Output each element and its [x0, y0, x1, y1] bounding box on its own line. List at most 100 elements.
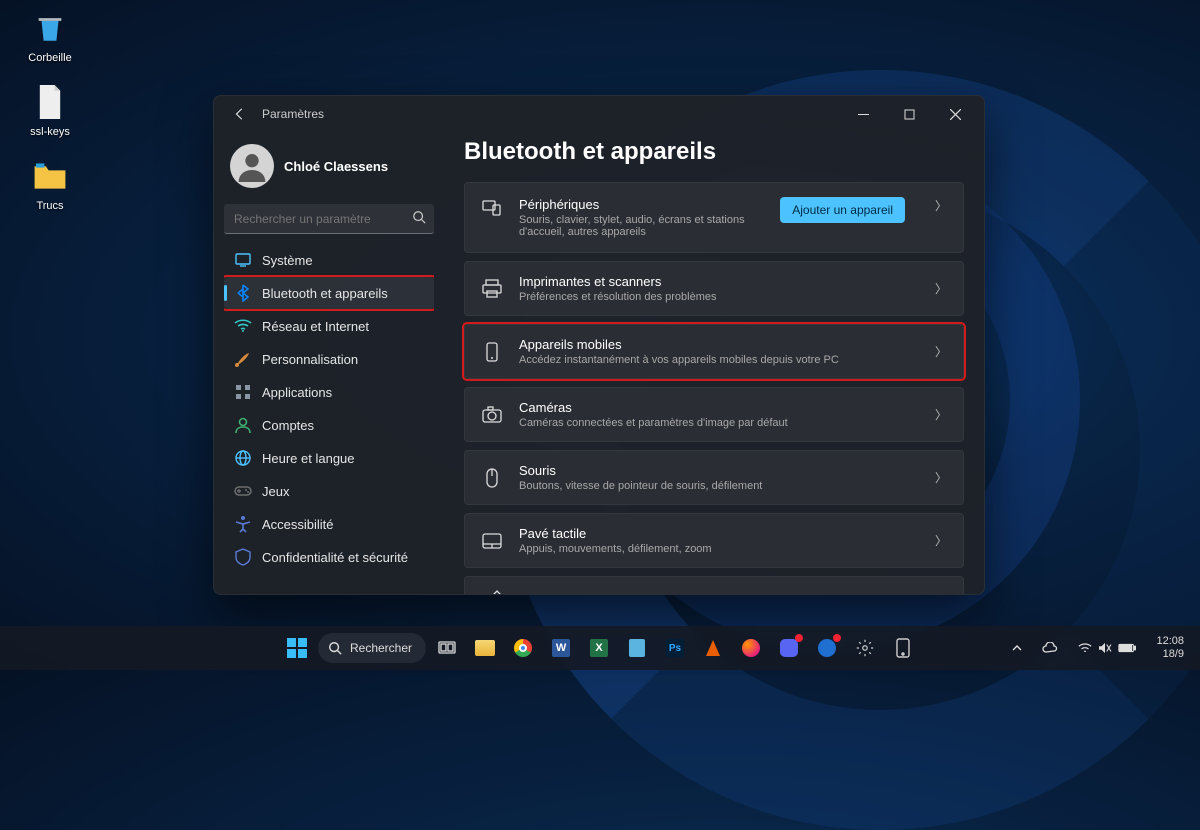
notepad-icon[interactable]	[620, 631, 654, 665]
card-title: Périphériques	[519, 197, 764, 212]
volume-icon	[1098, 642, 1112, 654]
chevron-up-icon	[1012, 643, 1022, 653]
sidebar-item-shield[interactable]: Confidentialité et sécurité	[224, 541, 434, 573]
add-device-button[interactable]: Ajouter un appareil	[780, 197, 905, 223]
sidebar-item-globe[interactable]: Heure et langue	[224, 442, 434, 474]
ssl-keys-file[interactable]: ssl-keys	[14, 82, 86, 138]
settings-card-camera[interactable]: CamérasCaméras connectées et paramètres …	[464, 387, 964, 442]
sidebar-item-label: Réseau et Internet	[262, 319, 369, 334]
minimize-icon	[858, 109, 869, 120]
sidebar-item-wifi[interactable]: Réseau et Internet	[224, 310, 434, 342]
person-icon	[236, 150, 268, 182]
gear-icon	[856, 639, 874, 657]
game-icon	[234, 482, 252, 500]
sidebar-item-access[interactable]: Accessibilité	[224, 508, 434, 540]
trucs-folder[interactable]: Trucs	[14, 156, 86, 212]
sidebar-item-game[interactable]: Jeux	[224, 475, 434, 507]
settings-search[interactable]	[224, 204, 434, 234]
card-title: Imprimantes et scanners	[519, 274, 919, 289]
ssl-keys-file-glyph	[30, 82, 70, 122]
taskbar: Rechercher W X Ps 12:08 18/9	[0, 626, 1200, 670]
chrome-icon[interactable]	[506, 631, 540, 665]
settings-card-mouse[interactable]: SourisBoutons, vitesse de pointeur de so…	[464, 450, 964, 505]
tray-overflow[interactable]	[1006, 639, 1028, 657]
chevron-right-icon: 〉	[935, 406, 947, 423]
photoshop-icon[interactable]: Ps	[658, 631, 692, 665]
close-icon	[950, 109, 961, 120]
chevron-right-icon: 〉	[935, 280, 947, 297]
sidebar-item-label: Accessibilité	[262, 517, 334, 532]
bluetooth-icon	[234, 284, 252, 302]
chevron-right-icon: 〉	[935, 197, 947, 214]
clock[interactable]: 12:08 18/9	[1150, 633, 1190, 662]
trucs-folder-glyph	[30, 156, 70, 196]
card-subtitle: Caméras connectées et paramètres d'image…	[519, 417, 919, 429]
card-title: Stylet et Windows Ink	[519, 592, 919, 595]
system-icon	[234, 251, 252, 269]
start-button[interactable]	[280, 631, 314, 665]
phone-icon	[896, 638, 910, 658]
settings-card-devices[interactable]: PériphériquesSouris, clavier, stylet, au…	[464, 182, 964, 253]
chevron-right-icon: 〉	[935, 343, 947, 360]
taskbar-right: 12:08 18/9	[1006, 633, 1190, 662]
sidebar-item-apps[interactable]: Applications	[224, 376, 434, 408]
windows-icon	[287, 638, 307, 658]
sidebar-item-account[interactable]: Comptes	[224, 409, 434, 441]
globe-icon	[234, 449, 252, 467]
word-icon[interactable]: W	[544, 631, 578, 665]
sidebar-item-brush[interactable]: Personnalisation	[224, 343, 434, 375]
taskbar-search[interactable]: Rechercher	[318, 633, 426, 663]
sidebar-item-label: Jeux	[262, 484, 289, 499]
folder-icon	[475, 640, 495, 656]
desktop-icon-label: Corbeille	[14, 52, 86, 64]
vlc-icon[interactable]	[696, 631, 730, 665]
card-subtitle: Accédez instantanément à vos appareils m…	[519, 354, 919, 366]
task-view[interactable]	[430, 631, 464, 665]
back-button[interactable]	[226, 100, 254, 128]
sidebar-item-bluetooth[interactable]: Bluetooth et appareils	[224, 277, 434, 309]
recycle-bin[interactable]: Corbeille	[14, 8, 86, 64]
card-subtitle: Préférences et résolution des problèmes	[519, 291, 919, 303]
card-subtitle: Appuis, mouvements, défilement, zoom	[519, 543, 919, 555]
excel-icon[interactable]: X	[582, 631, 616, 665]
minimize-button[interactable]	[840, 96, 886, 132]
sidebar-item-label: Personnalisation	[262, 352, 358, 367]
recycle-bin-glyph	[30, 8, 70, 48]
maximize-button[interactable]	[886, 96, 932, 132]
taskbar-search-label: Rechercher	[350, 641, 412, 655]
settings-card-touchpad[interactable]: Pavé tactileAppuis, mouvements, défileme…	[464, 513, 964, 568]
discord-icon[interactable]	[772, 631, 806, 665]
settings-nav: SystèmeBluetooth et appareils Réseau et I…	[224, 244, 434, 594]
pen-icon	[481, 589, 503, 594]
phone-link-icon[interactable]	[886, 631, 920, 665]
profile-name: Chloé Claessens	[284, 159, 388, 174]
settings-taskbar-icon[interactable]	[848, 631, 882, 665]
tray-cloud[interactable]	[1036, 638, 1064, 658]
settings-search-input[interactable]	[224, 204, 434, 234]
sidebar-item-system[interactable]: Système	[224, 244, 434, 276]
card-title: Souris	[519, 463, 919, 478]
settings-card-printer[interactable]: Imprimantes et scanners Préférences et ré…	[464, 261, 964, 316]
thunderbird-icon[interactable]	[810, 631, 844, 665]
card-title: Appareils mobiles	[519, 337, 919, 352]
settings-card-phone[interactable]: Appareils mobiles Accédez instantanément …	[464, 324, 964, 379]
explorer-icon[interactable]	[468, 631, 502, 665]
wifi-icon	[1078, 642, 1092, 654]
system-tray[interactable]	[1072, 638, 1142, 658]
sidebar-item-label: Comptes	[262, 418, 314, 433]
brush-icon	[234, 350, 252, 368]
clock-time: 12:08	[1156, 635, 1184, 648]
clock-date: 18/9	[1156, 648, 1184, 661]
firefox-icon[interactable]	[734, 631, 768, 665]
titlebar: Paramètres	[214, 96, 984, 132]
settings-card-pen[interactable]: Stylet et Windows Ink 〉	[464, 576, 964, 594]
profile-block[interactable]: Chloé Claessens	[224, 140, 434, 200]
camera-icon	[481, 404, 503, 426]
close-button[interactable]	[932, 96, 978, 132]
chevron-right-icon: 〉	[935, 592, 947, 595]
access-icon	[234, 515, 252, 533]
maximize-icon	[904, 109, 915, 120]
cloud-icon	[1042, 642, 1058, 654]
taskbar-center: Rechercher W X Ps	[280, 631, 920, 665]
arrow-left-icon	[233, 107, 247, 121]
